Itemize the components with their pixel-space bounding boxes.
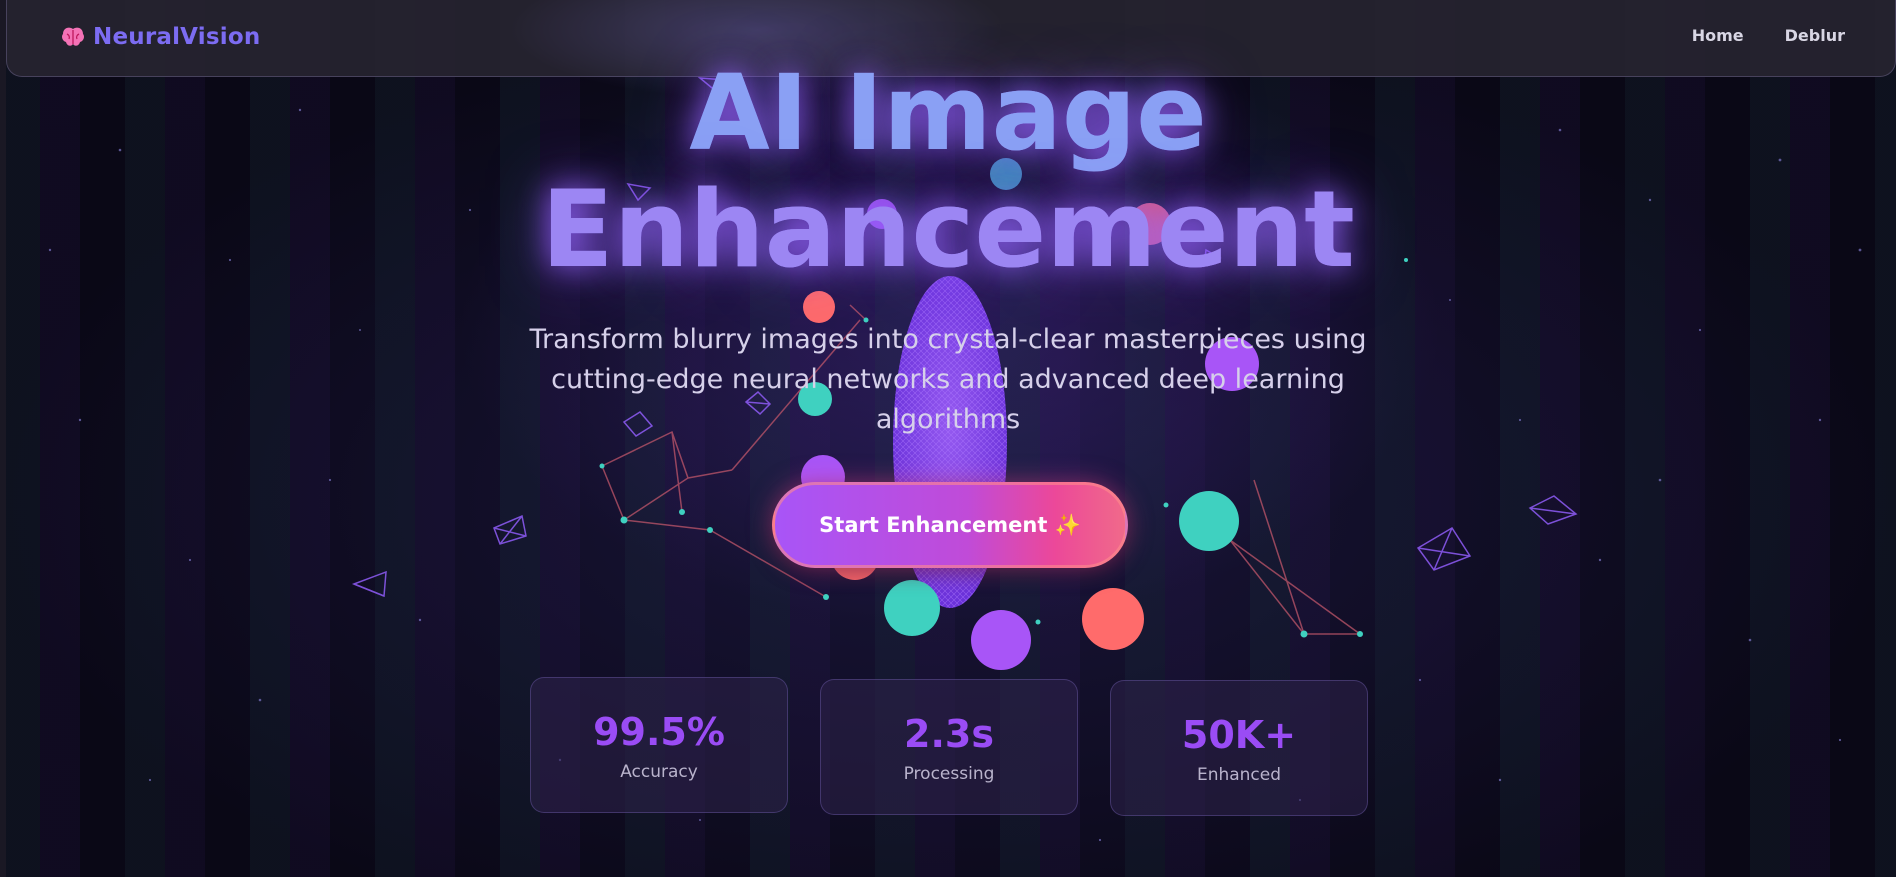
stat-value: 2.3s xyxy=(904,712,994,756)
hero-subtitle: Transform blurry images into crystal-cle… xyxy=(529,324,1367,435)
brand-name: NeuralVision xyxy=(93,24,261,50)
brand[interactable]: NeuralVision xyxy=(61,24,260,50)
hero-title-line2: Enhancement xyxy=(0,172,1896,288)
stat-label: Enhanced xyxy=(1196,765,1282,785)
nav-links: Home Deblur xyxy=(1692,26,1845,45)
start-enhancement-button[interactable]: Start Enhancement ✨ xyxy=(772,482,1128,568)
stat-value: 99.5% xyxy=(593,710,725,754)
stat-card-accuracy: 99.5% Accuracy xyxy=(530,677,788,813)
hero-title-line1: AI Image xyxy=(0,58,1896,168)
stat-card-processing: 2.3s Processing xyxy=(820,679,1078,815)
hero-background: NeuralVision Home Deblur AI Image Enhanc… xyxy=(0,0,1896,877)
nav-link-deblur[interactable]: Deblur xyxy=(1785,26,1845,45)
stat-value: 50K+ xyxy=(1181,713,1297,757)
stat-label: Processing xyxy=(903,764,995,784)
stat-label: Accuracy xyxy=(620,762,698,782)
stat-card-enhanced: 50K+ Enhanced xyxy=(1110,680,1368,816)
nav-link-home[interactable]: Home xyxy=(1692,26,1744,45)
start-enhancement-label: Start Enhancement ✨ xyxy=(819,512,1081,537)
brain-icon xyxy=(61,26,85,48)
